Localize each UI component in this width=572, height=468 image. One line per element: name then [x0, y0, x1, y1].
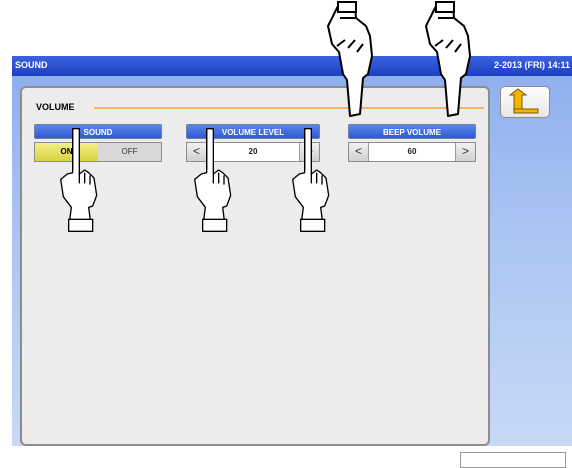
beep-volume-value: 60	[407, 147, 417, 156]
pointing-hand-icon	[194, 127, 232, 232]
date-time: 2-2013 (FRI) 14:11	[493, 60, 570, 70]
volume-group-title: VOLUME	[36, 102, 75, 112]
beep-volume-label: BEEP VOLUME	[382, 128, 442, 137]
pointing-hand-icon	[425, 1, 471, 117]
pointing-hand-icon	[327, 1, 373, 117]
pointing-hand-icon	[60, 127, 98, 232]
beep-volume-header: BEEP VOLUME	[348, 124, 476, 139]
return-arrow-icon	[508, 88, 539, 114]
sound-settings-screen: SOUND 2-2013 (FRI) 14:11 VOLUME SOUND ON…	[0, 0, 572, 468]
window-title: SOUND	[15, 60, 48, 70]
beep-volume-stepper: < 60 >	[348, 142, 476, 162]
pointing-hand-icon	[291, 127, 330, 232]
beep-volume-increase-button[interactable]: >	[455, 143, 475, 161]
back-button[interactable]	[500, 86, 550, 118]
title-bar: SOUND 2-2013 (FRI) 14:11	[12, 56, 572, 76]
status-box	[460, 452, 566, 468]
